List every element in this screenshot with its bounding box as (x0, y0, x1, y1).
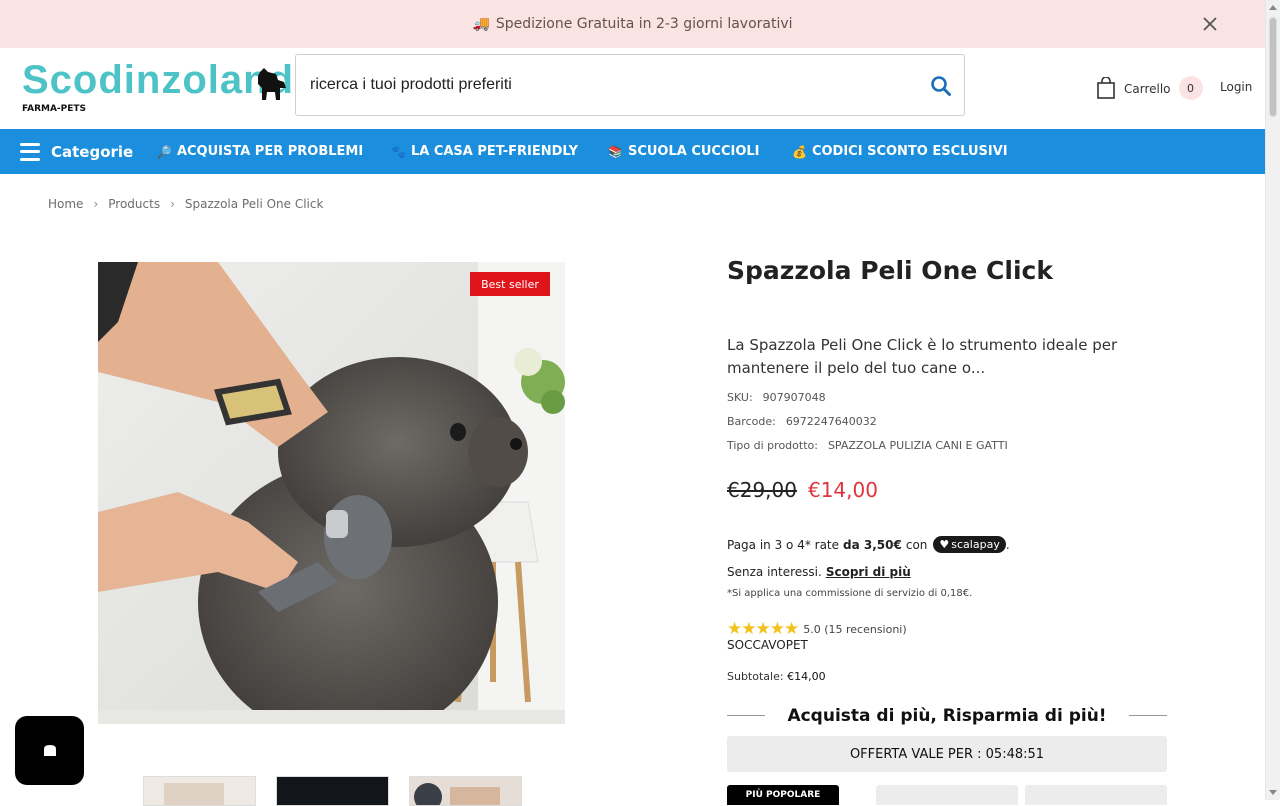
scalapay-suffix: . (1005, 537, 1010, 552)
sku-value: 907907048 (762, 391, 826, 404)
product-description: La Spazzola Peli One Click è lo strument… (727, 336, 1118, 377)
barcode-value: 6972247640032 (785, 415, 877, 428)
nav-item-label: SCUOLA CUCCIOLI (627, 144, 760, 159)
compare-at-price: €29,00 (727, 478, 797, 502)
cart-label: Carrello (1124, 82, 1171, 96)
nav-item-casa-pet-friendly[interactable]: 🐾 LA CASA PET-FRIENDLY (391, 129, 578, 174)
hamburger-menu-icon (20, 142, 40, 161)
money-bag-emoji-icon: 💰 (792, 144, 807, 159)
scalapay-con: con (905, 537, 928, 552)
thumbnail-strip (143, 776, 522, 806)
nav-item-acquista-per-problemi[interactable]: 🔎 ACQUISTA PER PROBLEMI (157, 129, 363, 174)
product-photo-illustration (98, 262, 565, 724)
breadcrumb: Home › Products › Spazzola Peli One Clic… (48, 197, 323, 211)
chat-launcher-button[interactable] (15, 716, 84, 785)
search-input[interactable] (310, 71, 910, 99)
subtotal-label: Subtotale: (727, 670, 784, 683)
divider-line (1129, 715, 1167, 716)
search-icon[interactable] (930, 75, 952, 97)
scrollbar-thumb[interactable] (1269, 17, 1277, 117)
thumbnail-image (410, 777, 521, 805)
scalapay-widget: Paga in 3 o 4* rate da 3,50€ con ♥ scalap… (727, 536, 1010, 553)
bundle-options: PIÙ POPOLARE (727, 785, 1167, 805)
scalapay-prefix: Paga in 3 o 4* rate (727, 537, 840, 552)
rating-text: 5.0 (15 recensioni) (803, 622, 907, 636)
scalapay-interest-row: Senza interessi. Scopri di più (727, 565, 911, 579)
product-rating[interactable]: ★★★★★ 5.0 (15 recensioni) (727, 619, 907, 639)
paw-emoji-icon: 🐾 (391, 144, 406, 159)
product-vendor: SOCCAVOPET (727, 638, 808, 652)
sku-row: SKU: 907907048 (727, 391, 826, 404)
breadcrumb-home[interactable]: Home (48, 197, 83, 211)
subtotal-value: €14,00 (787, 670, 826, 683)
shopping-bag-icon (1097, 77, 1115, 99)
thumbnail-2[interactable] (276, 776, 389, 806)
nav-item-label: LA CASA PET-FRIENDLY (410, 144, 579, 159)
categories-label: Categorie (51, 142, 134, 161)
scalapay-amount: da 3,50€ (843, 537, 902, 552)
subtotal-row: Subtotale: €14,00 (727, 670, 826, 683)
scroll-down-arrow-icon[interactable] (1269, 790, 1277, 795)
cart-count-badge: 0 (1178, 76, 1203, 100)
search-bar (295, 54, 965, 116)
thumbnail-image (277, 777, 388, 805)
product-type-row: Tipo di prodotto: SPAZZOLA PULIZIA CANI E… (727, 439, 1008, 452)
chevron-right-icon: › (170, 197, 175, 211)
rating-stars-icon: ★★★★★ (727, 619, 799, 639)
product-title: Spazzola Peli One Click (727, 256, 1053, 285)
product-type-value: SPAZZOLA PULIZIA CANI E GATTI (827, 439, 1008, 452)
bundle-title: Acquista di più, Risparmia di più! (787, 706, 1107, 726)
product-main-image[interactable] (98, 262, 565, 724)
scroll-up-arrow-icon[interactable] (1269, 5, 1277, 10)
nav-item-label: ACQUISTA PER PROBLEMI (176, 144, 364, 159)
books-emoji-icon: 📚 (608, 144, 623, 159)
thumbnail-1[interactable] (143, 776, 256, 806)
heart-icon: ♥ (939, 538, 950, 551)
chat-bubble-icon (43, 744, 56, 756)
bundle-option-popular[interactable]: PIÙ POPOLARE (727, 785, 839, 805)
scalapay-no-interest: Senza interessi. (727, 565, 822, 579)
nav-item-label: CODICI SCONTO ESCLUSIVI (811, 144, 1008, 159)
barcode-row: Barcode: 6972247640032 (727, 415, 877, 428)
dog-silhouette-icon (258, 68, 286, 100)
truck-icon: 🚚 (472, 16, 490, 32)
bundle-option-3[interactable] (1025, 785, 1167, 805)
sku-label: SKU: (727, 391, 753, 404)
scalapay-fee-note: *Si applica una commissione di servizio … (727, 588, 973, 599)
bundle-option-2[interactable] (876, 785, 1018, 805)
price-row: €29,00 €14,00 (727, 478, 878, 502)
logo-subtitle: FARMA-PETS (22, 104, 87, 114)
scalapay-learn-more-link[interactable]: Scopri di più (826, 565, 911, 579)
bundle-heading: Acquista di più, Risparmia di più! (727, 704, 1167, 728)
thumbnail-3[interactable] (409, 776, 522, 806)
product-type-label: Tipo di prodotto: (727, 439, 818, 452)
scalapay-brand: scalapay (951, 538, 1000, 551)
cart-button[interactable]: Carrello 0 (1096, 76, 1203, 100)
divider-line (727, 715, 765, 716)
sale-price: €14,00 (807, 478, 878, 502)
site-logo[interactable]: Scodinzolando FARMA-PETS (22, 58, 318, 118)
announcement-text: Spedizione Gratuita in 2-3 giorni lavora… (495, 16, 793, 32)
barcode-label: Barcode: (727, 415, 776, 428)
thumbnail-image (144, 777, 255, 805)
offer-countdown: OFFERTA VALE PER : 05:48:51 (727, 736, 1167, 772)
breadcrumb-current: Spazzola Peli One Click (184, 197, 324, 211)
nav-item-codici-sconto[interactable]: 💰 CODICI SCONTO ESCLUSIVI (792, 129, 1008, 174)
announcement-bar: 🚚 Spedizione Gratuita in 2-3 giorni lavo… (0, 0, 1265, 48)
main-navigation: Categorie 🔎 ACQUISTA PER PROBLEMI 🐾 LA C… (0, 129, 1265, 174)
page-scrollbar[interactable] (1265, 0, 1280, 800)
scalapay-logo: ♥ scalapay (933, 536, 1006, 553)
breadcrumb-products[interactable]: Products (108, 197, 160, 211)
categories-menu-button[interactable]: Categorie (20, 129, 133, 174)
site-header: Scodinzolando FARMA-PETS Carrello 0 Logi… (0, 48, 1265, 129)
nav-item-scuola-cuccioli[interactable]: 📚 SCUOLA CUCCIOLI (608, 129, 760, 174)
best-seller-badge: Best seller (470, 272, 550, 296)
magnifier-emoji-icon: 🔎 (157, 144, 172, 159)
chevron-right-icon: › (93, 197, 99, 211)
login-link[interactable]: Login (1220, 80, 1252, 94)
close-icon[interactable] (1200, 14, 1220, 34)
